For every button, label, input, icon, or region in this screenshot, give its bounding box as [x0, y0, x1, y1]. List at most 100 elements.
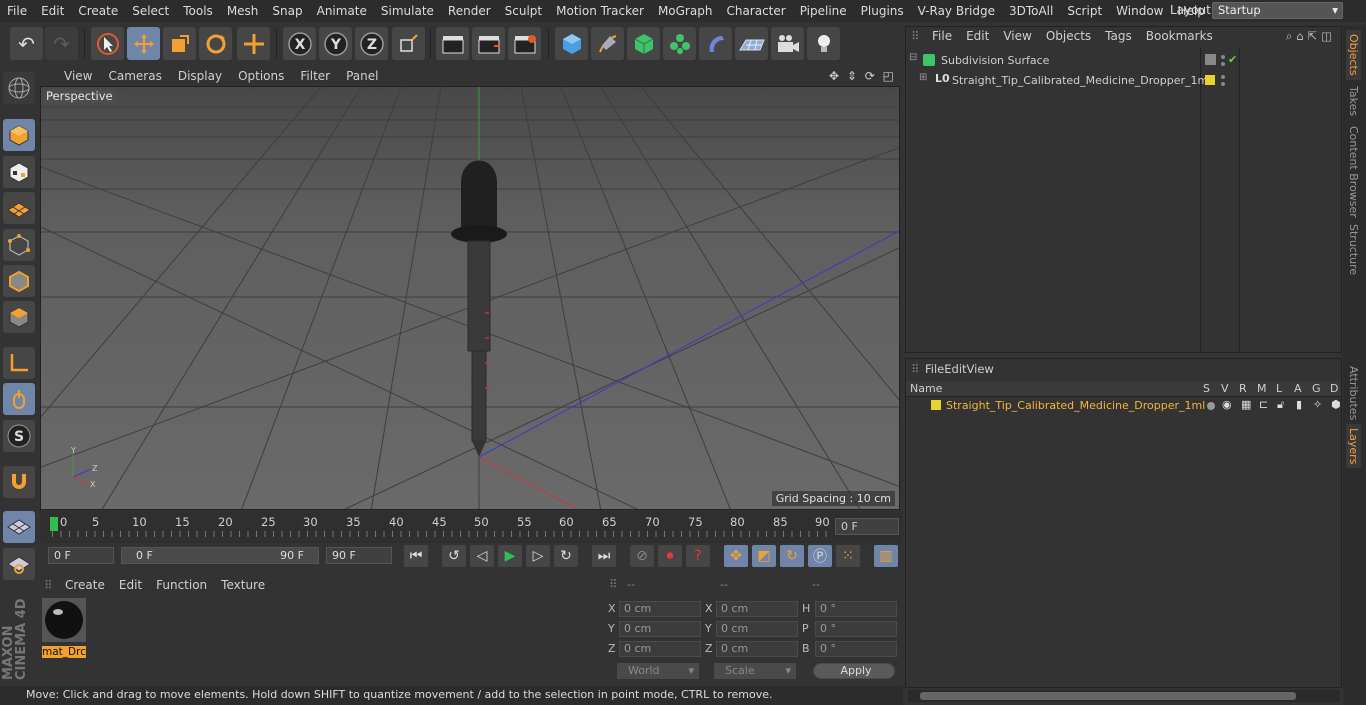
- object-manager-tools[interactable]: ⌕⌂⇱◫: [1286, 29, 1336, 44]
- menu-window[interactable]: Window: [1109, 4, 1170, 18]
- viewport-nav-icons[interactable]: ✥ ⇕ ⟳ ◰: [829, 69, 896, 83]
- current-frame-field[interactable]: 0 F: [835, 518, 899, 535]
- material-swatch[interactable]: mat_Drc: [42, 598, 86, 658]
- size-x-field[interactable]: 0 cm: [716, 601, 798, 617]
- points-mode-button[interactable]: [3, 229, 35, 261]
- tab-takes[interactable]: Takes: [1346, 82, 1361, 120]
- frame-range-slider[interactable]: 0 F 90 F: [121, 547, 319, 564]
- generators-icon[interactable]: ✧: [1313, 398, 1322, 411]
- menu-motion-tracker[interactable]: Motion Tracker: [549, 4, 651, 18]
- layer-menu-edit[interactable]: Edit: [944, 362, 966, 376]
- menu-script[interactable]: Script: [1060, 4, 1109, 18]
- object-row[interactable]: ⊟ Subdivision Surface ✔: [909, 52, 1339, 70]
- layer-color-swatch[interactable]: [931, 400, 941, 410]
- live-selection-button[interactable]: [91, 27, 124, 60]
- enabled-check-icon[interactable]: ✔: [1228, 53, 1237, 66]
- layer-horizontal-scrollbar[interactable]: [908, 690, 1340, 702]
- z-axis-button[interactable]: Z: [355, 27, 388, 60]
- size-mode-select[interactable]: Scale ▾: [714, 663, 796, 679]
- object-menu-file[interactable]: File: [925, 29, 959, 43]
- material-menu-create[interactable]: Create: [58, 578, 112, 592]
- edges-mode-button[interactable]: [3, 265, 35, 297]
- key-pla-button[interactable]: ⁙: [836, 545, 860, 567]
- pen-spline-button[interactable]: [591, 27, 624, 60]
- menu-simulate[interactable]: Simulate: [374, 4, 441, 18]
- object-menu-bookmarks[interactable]: Bookmarks: [1139, 29, 1220, 43]
- menu-3dtoall[interactable]: 3DToAll: [1002, 4, 1060, 18]
- viewport-menu-filter[interactable]: Filter: [292, 69, 338, 83]
- tab-layers[interactable]: Layers: [1346, 424, 1361, 469]
- make-editable-button[interactable]: [3, 72, 35, 104]
- deformer-button[interactable]: [699, 27, 732, 60]
- menu-character[interactable]: Character: [719, 4, 792, 18]
- visibility-dot-icon[interactable]: [1221, 82, 1225, 86]
- menu-tools[interactable]: Tools: [176, 4, 220, 18]
- viewport-menu-panel[interactable]: Panel: [338, 69, 386, 83]
- object-row[interactable]: ⊞ L0 Straight_Tip_Calibrated_Medicine_Dr…: [909, 72, 1339, 90]
- layer-color-swatch[interactable]: [1205, 75, 1215, 85]
- viewport-menu-view[interactable]: View: [56, 69, 100, 83]
- menu-render[interactable]: Render: [441, 4, 498, 18]
- go-to-start-button[interactable]: ⏮: [404, 545, 428, 567]
- solo-toggle-icon[interactable]: [1207, 402, 1215, 410]
- tab-attributes[interactable]: Attributes: [1346, 362, 1361, 424]
- workplane-lock-button[interactable]: [3, 511, 35, 543]
- record-keys-button[interactable]: ⊘: [630, 545, 654, 567]
- workplane-mode-button[interactable]: [3, 192, 35, 224]
- layout-select[interactable]: Startup: [1212, 2, 1343, 19]
- menu-snap[interactable]: Snap: [265, 4, 309, 18]
- next-frame-button[interactable]: ▷: [526, 545, 550, 567]
- end-frame-field[interactable]: 90 F: [326, 547, 392, 564]
- object-menu-tags[interactable]: Tags: [1098, 29, 1139, 43]
- move-tool-button[interactable]: [127, 27, 160, 60]
- autokey-button[interactable]: ⏺: [658, 545, 682, 567]
- menu-plugins[interactable]: Plugins: [854, 4, 911, 18]
- key-scale-button[interactable]: ◩: [752, 545, 776, 567]
- material-menu-function[interactable]: Function: [149, 578, 214, 592]
- rotate-tool-button[interactable]: [199, 27, 232, 60]
- coordinate-system-button[interactable]: [392, 27, 425, 60]
- layer-row[interactable]: Straight_Tip_Calibrated_Medicine_Dropper…: [909, 398, 1341, 414]
- y-axis-button[interactable]: Y: [319, 27, 352, 60]
- layer-menu-file[interactable]: File: [925, 362, 944, 376]
- visibility-dot-icon[interactable]: [1221, 55, 1225, 59]
- menu-edit[interactable]: Edit: [34, 4, 71, 18]
- workplane-align-button[interactable]: [3, 548, 35, 580]
- solo-button[interactable]: S: [3, 420, 35, 452]
- key-position-button[interactable]: ✥: [724, 545, 748, 567]
- rot-p-field[interactable]: 0 °: [815, 621, 897, 637]
- prev-frame-button[interactable]: ◁: [470, 545, 494, 567]
- tab-content-browser[interactable]: Content Browser: [1346, 122, 1361, 222]
- material-menu-texture[interactable]: Texture: [214, 578, 272, 592]
- undo-button[interactable]: ↶: [10, 27, 43, 60]
- play-button[interactable]: ▶: [498, 545, 522, 567]
- render-icon[interactable]: ▦: [1241, 398, 1251, 411]
- start-frame-field[interactable]: 0 F: [48, 547, 114, 564]
- next-key-button[interactable]: ↻: [554, 545, 578, 567]
- apply-button[interactable]: Apply: [813, 663, 895, 679]
- cube-button[interactable]: [555, 27, 588, 60]
- floor-button[interactable]: [735, 27, 768, 60]
- eye-icon[interactable]: ◉: [1222, 398, 1232, 411]
- texture-mode-button[interactable]: [3, 156, 35, 188]
- pos-z-field[interactable]: 0 cm: [619, 641, 701, 657]
- pos-y-field[interactable]: 0 cm: [619, 621, 701, 637]
- viewport-menu-cameras[interactable]: Cameras: [100, 69, 169, 83]
- menu-sculpt[interactable]: Sculpt: [498, 4, 549, 18]
- layer-menu-view[interactable]: View: [967, 362, 994, 376]
- axis-mode-button[interactable]: [3, 347, 35, 379]
- x-axis-button[interactable]: X: [283, 27, 316, 60]
- manager-icon[interactable]: ⊏: [1259, 398, 1268, 411]
- model-mode-button[interactable]: [3, 119, 35, 151]
- size-z-field[interactable]: 0 cm: [716, 641, 798, 657]
- menu-pipeline[interactable]: Pipeline: [793, 4, 854, 18]
- scrollbar-thumb[interactable]: [920, 692, 1296, 700]
- subdivision-surface-button[interactable]: [627, 27, 660, 60]
- rot-b-field[interactable]: 0 °: [815, 641, 897, 657]
- tab-structure[interactable]: Structure: [1346, 220, 1361, 279]
- camera-button[interactable]: [771, 27, 804, 60]
- deformers-icon[interactable]: ⬢: [1331, 398, 1341, 411]
- menu-vray-bridge[interactable]: V-Ray Bridge: [911, 4, 1002, 18]
- pos-x-field[interactable]: 0 cm: [619, 601, 701, 617]
- viewport-menu-display[interactable]: Display: [170, 69, 230, 83]
